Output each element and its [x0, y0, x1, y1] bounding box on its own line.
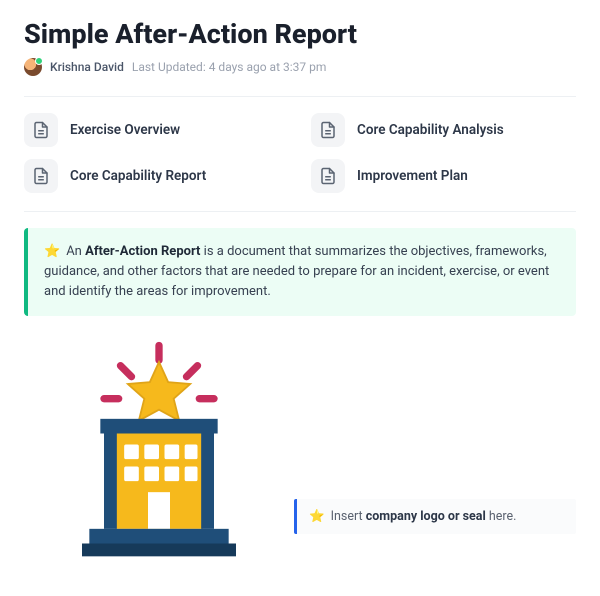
logo-placeholder-hint[interactable]: ⭐ Insert company logo or seal here.: [294, 499, 576, 534]
hint-prefix: Insert: [331, 509, 366, 524]
toc-label: Improvement Plan: [357, 168, 468, 184]
hint-rest: here.: [486, 509, 517, 524]
document-icon: [311, 113, 345, 147]
star-icon: ⭐: [44, 244, 60, 259]
page-title: Simple After-Action Report: [24, 18, 576, 50]
document-icon: [24, 159, 58, 193]
callout-bold: After-Action Report: [85, 244, 200, 259]
callout-prefix: An: [66, 244, 85, 259]
divider: [24, 96, 576, 97]
hero-row: ⭐ Insert company logo or seal here.: [24, 340, 576, 564]
toc-item-improvement-plan[interactable]: Improvement Plan: [311, 159, 576, 193]
building-star-illustration: [44, 340, 274, 564]
toc-item-capability-report[interactable]: Core Capability Report: [24, 159, 289, 193]
divider: [24, 211, 576, 212]
toc-label: Core Capability Analysis: [357, 122, 504, 138]
toc-label: Exercise Overview: [70, 122, 180, 138]
document-icon: [24, 113, 58, 147]
toc-label: Core Capability Report: [70, 168, 206, 184]
hint-bold: company logo or seal: [366, 509, 486, 524]
callout-info: ⭐An After-Action Report is a document th…: [24, 228, 576, 316]
meta-bar: Krishna David Last Updated: 4 days ago a…: [24, 58, 576, 76]
toc-item-overview[interactable]: Exercise Overview: [24, 113, 289, 147]
last-updated: Last Updated: 4 days ago at 3:37 pm: [132, 60, 327, 74]
document-icon: [311, 159, 345, 193]
star-icon: ⭐: [309, 509, 325, 524]
table-of-contents: Exercise Overview Core Capability Analys…: [24, 113, 576, 193]
author-name[interactable]: Krishna David: [50, 60, 124, 74]
avatar[interactable]: [24, 58, 42, 76]
toc-item-capability-analysis[interactable]: Core Capability Analysis: [311, 113, 576, 147]
